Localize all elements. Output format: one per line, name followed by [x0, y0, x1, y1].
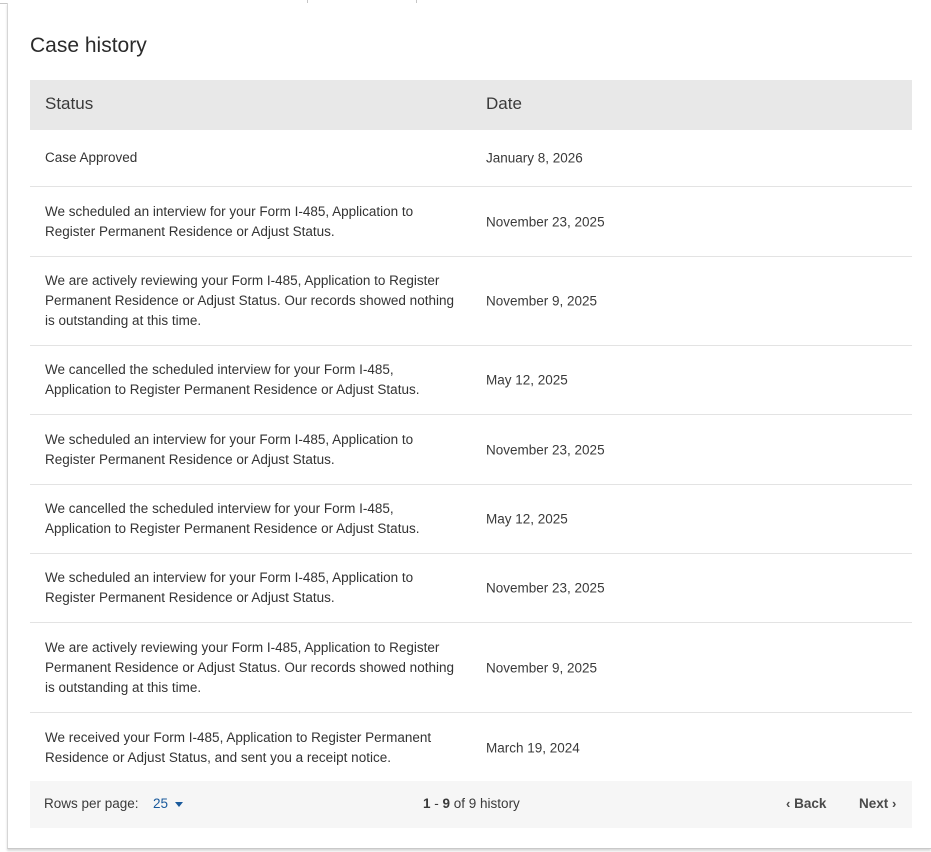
caret-down-icon	[175, 801, 184, 807]
date-cell: November 23, 2025	[486, 214, 605, 229]
status-cell: We are actively reviewing your Form I-48…	[45, 639, 454, 695]
status-cell: Case Approved	[45, 150, 138, 165]
range-separator: -	[430, 796, 443, 811]
status-cell: We cancelled the scheduled interview for…	[45, 362, 420, 397]
date-cell: March 19, 2024	[486, 740, 580, 755]
rows-per-page-select[interactable]: 25	[149, 794, 187, 813]
chevron-right-icon: ›	[892, 796, 897, 811]
date-cell: January 8, 2026	[486, 150, 583, 166]
table-row: We scheduled an interview for your Form …	[30, 187, 912, 257]
chevron-left-icon: ‹	[786, 796, 791, 811]
date-cell: May 12, 2025	[486, 372, 568, 388]
table-row: We cancelled the scheduled interview for…	[30, 485, 912, 554]
table-row: Case Approved January 8, 2026	[30, 130, 912, 187]
case-history-card: Case history Status Date Case Approved J…	[7, 3, 931, 849]
table-header: Status Date	[30, 80, 912, 130]
range-start: 1	[423, 796, 431, 811]
table-row: We received your Form I-485, Application…	[30, 713, 912, 782]
case-history-page: Case history Status Date Case Approved J…	[0, 0, 931, 852]
rows-per-page-label: Rows per page:	[44, 796, 139, 811]
rows-per-page-value: 25	[153, 796, 169, 811]
pagination-bar: Rows per page: 25 1 - 9 of 9 history ‹ B…	[30, 781, 912, 828]
table-row: We scheduled an interview for your Form …	[30, 554, 912, 623]
status-cell: We are actively reviewing your Form I-48…	[45, 273, 454, 328]
status-cell: We received your Form I-485, Application…	[45, 729, 432, 765]
card-title: Case history	[30, 34, 147, 57]
next-label: Next	[859, 796, 889, 811]
status-cell: We scheduled an interview for your Form …	[45, 431, 414, 467]
date-cell: November 9, 2025	[486, 293, 598, 309]
column-header-date: Date	[486, 94, 522, 113]
date-cell: November 23, 2025	[486, 580, 605, 596]
column-header-status: Status	[45, 94, 94, 113]
case-history-table: Status Date Case Approved January 8, 202…	[30, 80, 912, 782]
range-suffix: of 9 history	[450, 796, 520, 811]
range-end: 9	[442, 796, 451, 811]
back-label: Back	[794, 796, 827, 811]
table-row: We are actively reviewing your Form I-48…	[30, 623, 912, 713]
back-button[interactable]: ‹ Back	[784, 794, 828, 813]
table-row: We cancelled the scheduled interview for…	[30, 346, 912, 415]
date-cell: November 9, 2025	[486, 660, 598, 675]
date-cell: November 23, 2025	[486, 442, 605, 457]
status-cell: We scheduled an interview for your Form …	[45, 203, 414, 239]
date-cell: May 12, 2025	[486, 511, 568, 527]
table-row: We scheduled an interview for your Form …	[30, 415, 912, 485]
pagination-range: 1 - 9 of 9 history	[423, 796, 520, 811]
table-row: We are actively reviewing your Form I-48…	[30, 257, 912, 346]
status-cell: We cancelled the scheduled interview for…	[45, 501, 420, 536]
status-cell: We scheduled an interview for your Form …	[45, 570, 414, 605]
next-button[interactable]: Next ›	[857, 794, 898, 813]
